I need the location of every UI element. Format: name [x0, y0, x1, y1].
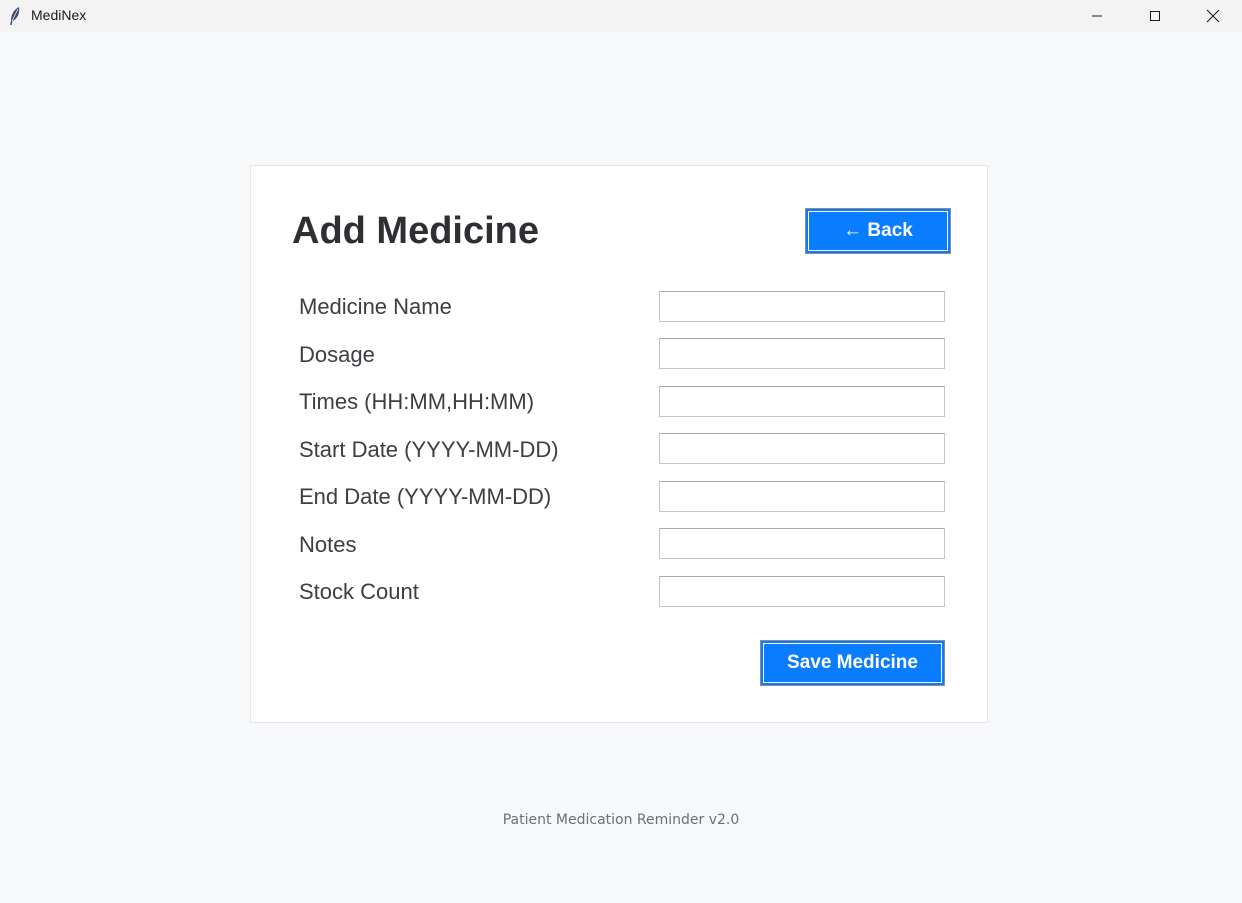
- end-date-input[interactable]: [659, 481, 945, 512]
- title-bar: MediNex: [0, 0, 1242, 32]
- window-title: MediNex: [31, 7, 87, 23]
- close-icon: [1206, 9, 1220, 23]
- footer-version-text: Patient Medication Reminder v2.0: [502, 812, 740, 828]
- dosage-input[interactable]: [659, 338, 945, 369]
- start-date-input[interactable]: [659, 433, 945, 464]
- notes-input[interactable]: [659, 528, 945, 559]
- medicine-name-input[interactable]: [659, 291, 945, 322]
- stock-count-label: Stock Count: [299, 579, 419, 604]
- dosage-label: Dosage: [299, 342, 375, 367]
- stock-count-input[interactable]: [659, 576, 945, 607]
- back-button[interactable]: ← Back: [805, 208, 951, 254]
- save-medicine-button[interactable]: Save Medicine: [760, 640, 945, 686]
- times-input[interactable]: [659, 386, 945, 417]
- page-title: Add Medicine: [292, 210, 540, 252]
- notes-label: Notes: [299, 532, 357, 557]
- times-label: Times (HH:MM,HH:MM): [299, 389, 535, 414]
- feather-icon: [10, 7, 20, 25]
- maximize-button[interactable]: [1126, 0, 1184, 32]
- close-button[interactable]: [1184, 0, 1242, 32]
- add-medicine-card: Add Medicine ← Back Medicine Name Dosage…: [250, 165, 988, 723]
- maximize-icon: [1150, 11, 1160, 21]
- start-date-label: Start Date (YYYY-MM-DD): [299, 437, 559, 462]
- medicine-name-label: Medicine Name: [299, 294, 452, 319]
- minimize-button[interactable]: [1068, 0, 1126, 32]
- end-date-label: End Date (YYYY-MM-DD): [299, 484, 552, 509]
- minimize-icon: [1092, 15, 1102, 17]
